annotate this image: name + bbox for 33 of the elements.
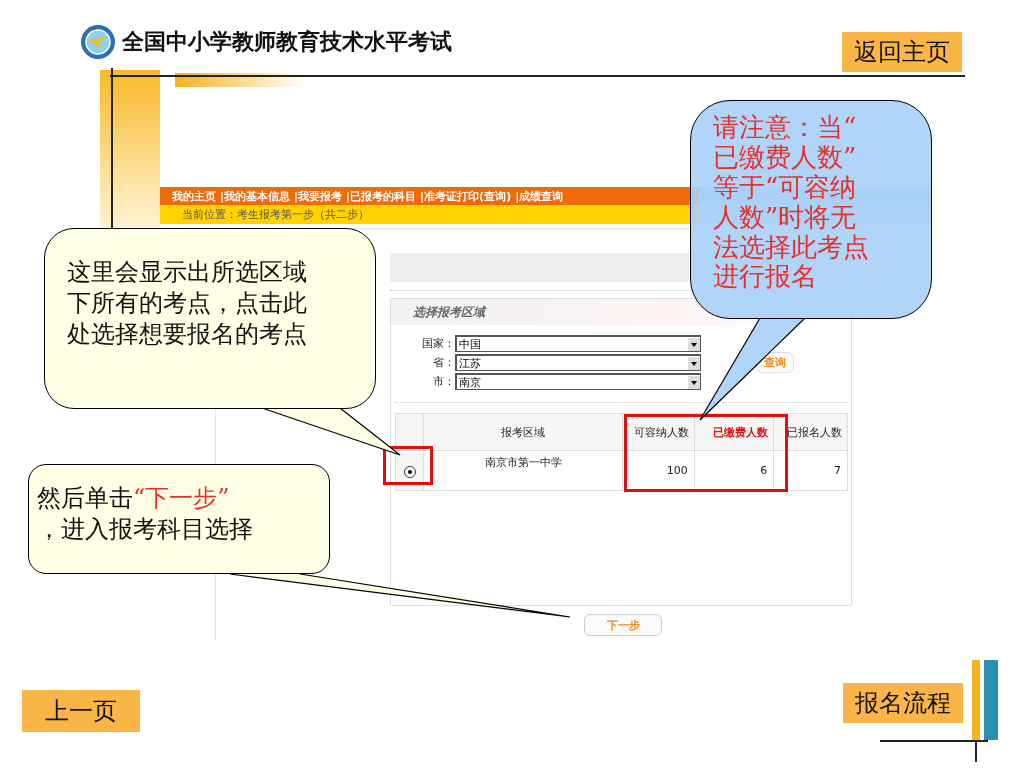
caret-icon [688, 356, 700, 370]
column-header: 已缴费人数 [694, 413, 774, 451]
callout-text: 这里会显示出所选区域下所有的考点，点击此处选择想要报名的考点 [67, 257, 308, 351]
callout-text: 请注意：当“已缴费人数”等于“可容纳人数”时将无法选择此考点进行报名 [713, 113, 870, 293]
field-label: 国家： [421, 336, 455, 351]
home-button[interactable]: 返回主页 [842, 32, 962, 72]
dropdown[interactable]: 南京 [455, 373, 701, 390]
breadcrumb: 当前位置：考生报考第一步（共二步） [182, 207, 369, 222]
flow-button[interactable]: 报名流程 [843, 683, 963, 723]
table-cell: 南京市第一中学 [423, 450, 623, 491]
field-label: 市： [432, 374, 455, 389]
table-cell: 100 [622, 450, 695, 491]
nav-link[interactable]: |我要报考 [294, 188, 343, 204]
previous-button[interactable]: 上一页 [22, 690, 140, 732]
panel-title: 选择报考区域 [413, 303, 485, 321]
callout-text: 然后单击“下一步” ，进入报考科目选择 [37, 483, 254, 546]
radio-button[interactable] [403, 465, 416, 478]
logo-icon [80, 24, 116, 60]
nav-link[interactable]: 我的主页 [172, 188, 216, 204]
dropdown[interactable]: 江苏 [455, 354, 701, 371]
caret-icon [688, 375, 700, 389]
field-label: 省： [432, 355, 455, 370]
slide-title: 全国中小学教师教育技术水平考试 [122, 28, 452, 56]
nav-link[interactable]: |成绩查询 [515, 188, 564, 204]
next-button[interactable]: 下一步 [584, 614, 662, 636]
highlight-frame [383, 446, 433, 485]
column-header: 已报名人数 [773, 413, 848, 451]
nav-link[interactable]: |已报考的科目 [346, 188, 417, 204]
dropdown[interactable]: 中国 [455, 335, 701, 352]
column-header: 报考区域 [423, 413, 623, 451]
caret-icon [688, 337, 700, 351]
nav-link[interactable]: |准考证打印(查询) [420, 188, 512, 204]
nav-link[interactable]: |我的基本信息 [220, 188, 291, 204]
